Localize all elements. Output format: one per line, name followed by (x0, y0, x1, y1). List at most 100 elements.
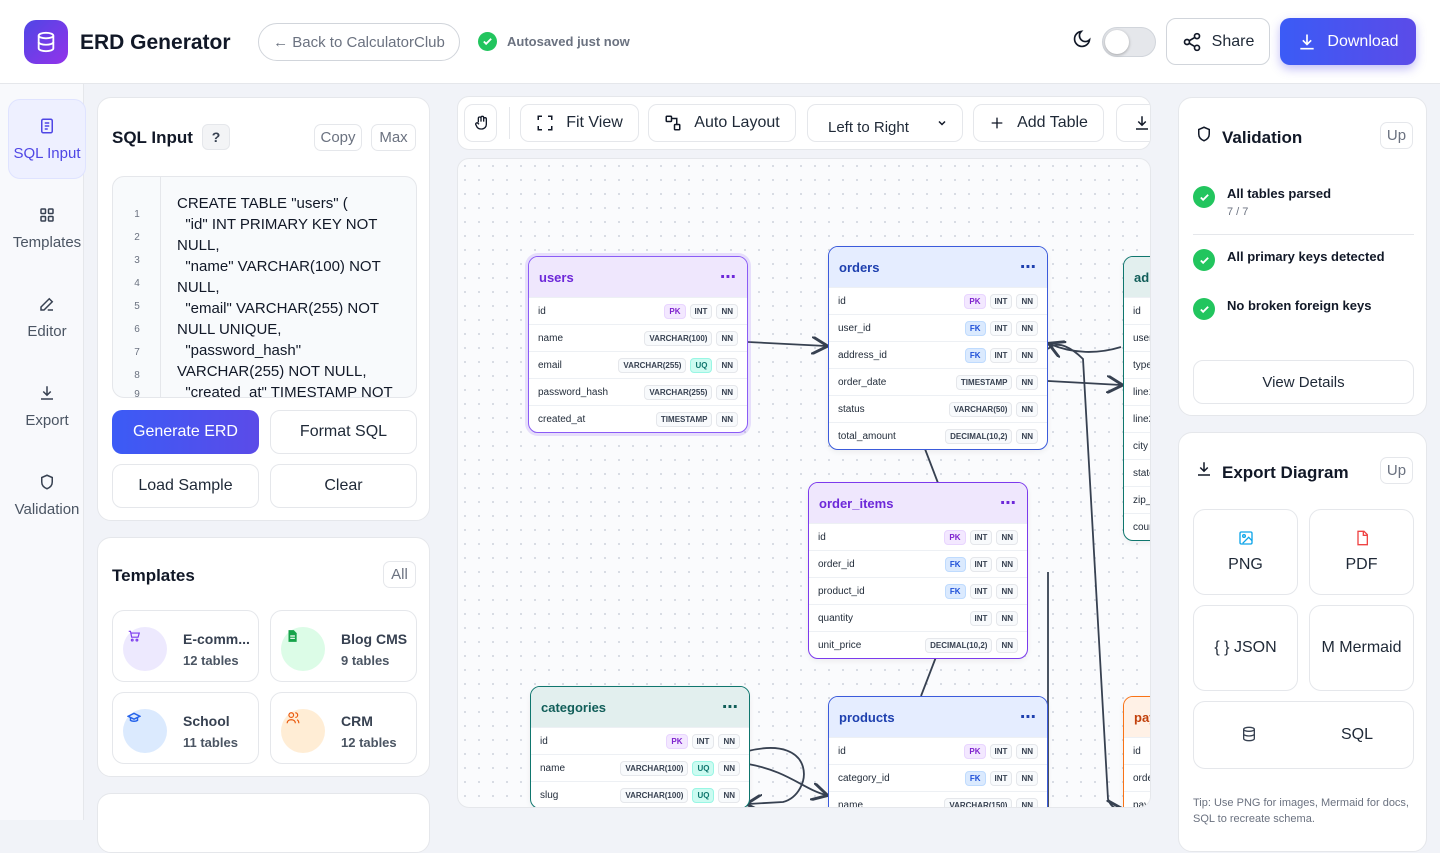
column-row[interactable]: id PK INT NN (531, 727, 749, 754)
column-row[interactable]: total_amount DECIMAL(10,2) NN (829, 422, 1047, 449)
collapse-validation-button[interactable]: Up (1380, 122, 1413, 149)
column-row[interactable]: orde (1124, 764, 1150, 791)
fit-view-button[interactable]: Fit View (520, 104, 639, 142)
erd-table-products[interactable]: products ⋯ id PK INT NN category_id FK INT NN name… (828, 696, 1048, 807)
column-row[interactable]: user_id FK INT NN (829, 314, 1047, 341)
erd-table-order_items[interactable]: order_items ⋯ id PK INT NN order_id FK INT NN prod… (808, 482, 1028, 659)
column-row[interactable]: quantity INT NN (809, 604, 1027, 631)
table-header[interactable]: categories ⋯ (531, 687, 749, 727)
export-json-button[interactable]: { } JSON (1193, 605, 1298, 691)
table-header[interactable]: orders ⋯ (829, 247, 1047, 287)
column-row[interactable]: order_id FK INT NN (809, 550, 1027, 577)
export-mermaid-button[interactable]: M Mermaid (1309, 605, 1414, 691)
add-table-button[interactable]: Add Table (973, 104, 1104, 142)
collapse-export-button[interactable]: Up (1380, 457, 1413, 484)
next-panel-peek (97, 793, 430, 853)
load-sample-button[interactable]: Load Sample (112, 464, 259, 508)
column-row[interactable]: password_hash VARCHAR(255) NN (529, 378, 747, 405)
column-row[interactable]: unit_price DECIMAL(10,2) NN (809, 631, 1027, 658)
back-button[interactable]: ← Back to CalculatorClub (258, 23, 460, 61)
column-row[interactable]: created_at TIMESTAMP NN (529, 405, 747, 432)
column-row[interactable]: name VARCHAR(150) NN (829, 791, 1047, 807)
app-header: ERD Generator ← Back to CalculatorClub A… (0, 0, 1440, 84)
column-row[interactable]: city (1124, 432, 1150, 459)
export-sql-button[interactable]: SQL (1193, 701, 1414, 769)
sql-code[interactable]: CREATE TABLE "users" ( "id" INT PRIMARY … (177, 193, 407, 397)
column-row[interactable]: id PK INT NN (529, 297, 747, 324)
rail-item-sql-input[interactable]: SQL Input (8, 99, 86, 179)
max-button[interactable]: Max (371, 124, 416, 151)
table-header[interactable]: order_items ⋯ (809, 483, 1027, 523)
erd-table-categories[interactable]: categories ⋯ id PK INT NN name VARCHAR(100) UQ NN… (530, 686, 750, 807)
column-badge: NN (1016, 374, 1038, 390)
erd-table-orders[interactable]: orders ⋯ id PK INT NN user_id FK INT NN address_id… (828, 246, 1048, 450)
copy-button[interactable]: Copy (314, 124, 362, 151)
column-row[interactable]: slug VARCHAR(100) UQ NN (531, 781, 749, 807)
column-badge: INT (689, 303, 713, 319)
auto-layout-button[interactable]: Auto Layout (648, 104, 796, 142)
column-badge: NN (996, 610, 1018, 626)
erd-table-pay[interactable]: pay⋯ id orde pay (1123, 696, 1150, 807)
sql-editor[interactable]: 1 2 3 4 5 6 7 8 9 CREATE TABLE "users" (… (112, 176, 417, 398)
template-card-crm[interactable]: CRM 12 tables (270, 692, 417, 764)
pan-tool-button[interactable] (464, 104, 497, 142)
column-row[interactable]: zip_c (1124, 486, 1150, 513)
column-row[interactable]: address_id FK INT NN (829, 341, 1047, 368)
all-templates-button[interactable]: All (383, 561, 416, 588)
check-circle-icon (1193, 186, 1215, 208)
format-sql-button[interactable]: Format SQL (270, 410, 417, 454)
export-pdf-button[interactable]: PDF (1309, 509, 1414, 595)
panel-title: Export Diagram (1222, 463, 1349, 482)
column-row[interactable]: id (1124, 297, 1150, 324)
view-details-button[interactable]: View Details (1193, 360, 1414, 404)
rail-item-export[interactable]: Export (8, 366, 86, 446)
export-tool-button[interactable] (1116, 104, 1150, 142)
more-options-icon[interactable]: ⋯ (1000, 493, 1017, 513)
column-badge: NN (1016, 320, 1038, 336)
erd-table-ad[interactable]: ad⋯ id user type line1 line2 city state zip_ccou… (1123, 256, 1150, 541)
column-row[interactable]: status VARCHAR(50) NN (829, 395, 1047, 422)
column-name: coun (1133, 521, 1150, 533)
column-row[interactable]: product_id FK INT NN (809, 577, 1027, 604)
column-row[interactable]: id PK INT NN (829, 287, 1047, 314)
erd-table-users[interactable]: users ⋯ id PK INT NN name VARCHAR(100) NN email VA… (528, 256, 748, 433)
download-button[interactable]: Download (1280, 18, 1416, 65)
template-card-blog-cms[interactable]: Blog CMS 9 tables (270, 610, 417, 682)
more-options-icon[interactable]: ⋯ (1020, 707, 1037, 727)
column-row[interactable]: email VARCHAR(255) UQ NN (529, 351, 747, 378)
rail-item-validation[interactable]: Validation (8, 455, 86, 535)
more-options-icon[interactable]: ⋯ (722, 697, 739, 717)
column-row[interactable]: id PK INT NN (809, 523, 1027, 550)
export-png-button[interactable]: PNG (1193, 509, 1298, 595)
rail-item-templates[interactable]: Templates (8, 188, 86, 268)
more-options-icon[interactable]: ⋯ (1020, 257, 1037, 277)
rail-item-editor[interactable]: Editor (8, 277, 86, 357)
column-row[interactable]: pay (1124, 791, 1150, 807)
share-button[interactable]: Share (1166, 18, 1270, 65)
column-row[interactable]: state (1124, 459, 1150, 486)
column-row[interactable]: name VARCHAR(100) NN (529, 324, 747, 351)
more-options-icon[interactable]: ⋯ (720, 267, 737, 287)
table-header[interactable]: products ⋯ (829, 697, 1047, 737)
column-row[interactable]: category_id FK INT NN (829, 764, 1047, 791)
table-header[interactable]: users ⋯ (529, 257, 747, 297)
column-row[interactable]: id PK INT NN (829, 737, 1047, 764)
template-card-school[interactable]: School 11 tables (112, 692, 259, 764)
table-header[interactable]: ad⋯ (1124, 257, 1150, 297)
column-row[interactable]: name VARCHAR(100) UQ NN (531, 754, 749, 781)
dark-mode-toggle[interactable] (1102, 27, 1156, 57)
column-row[interactable]: id (1124, 737, 1150, 764)
table-header[interactable]: pay⋯ (1124, 697, 1150, 737)
direction-select[interactable]: Left to Right (807, 104, 963, 142)
column-row[interactable]: coun (1124, 513, 1150, 540)
column-row[interactable]: user (1124, 324, 1150, 351)
column-row[interactable]: order_date TIMESTAMP NN (829, 368, 1047, 395)
column-row[interactable]: line1 (1124, 378, 1150, 405)
column-row[interactable]: type (1124, 351, 1150, 378)
erd-canvas[interactable]: users ⋯ id PK INT NN name VARCHAR(100) NN email VA… (457, 158, 1151, 808)
help-button[interactable]: ? (202, 124, 230, 150)
template-card-ecommerce[interactable]: E-comm... 12 tables (112, 610, 259, 682)
generate-erd-button[interactable]: Generate ERD (112, 410, 259, 454)
clear-button[interactable]: Clear (270, 464, 417, 508)
column-row[interactable]: line2 (1124, 405, 1150, 432)
